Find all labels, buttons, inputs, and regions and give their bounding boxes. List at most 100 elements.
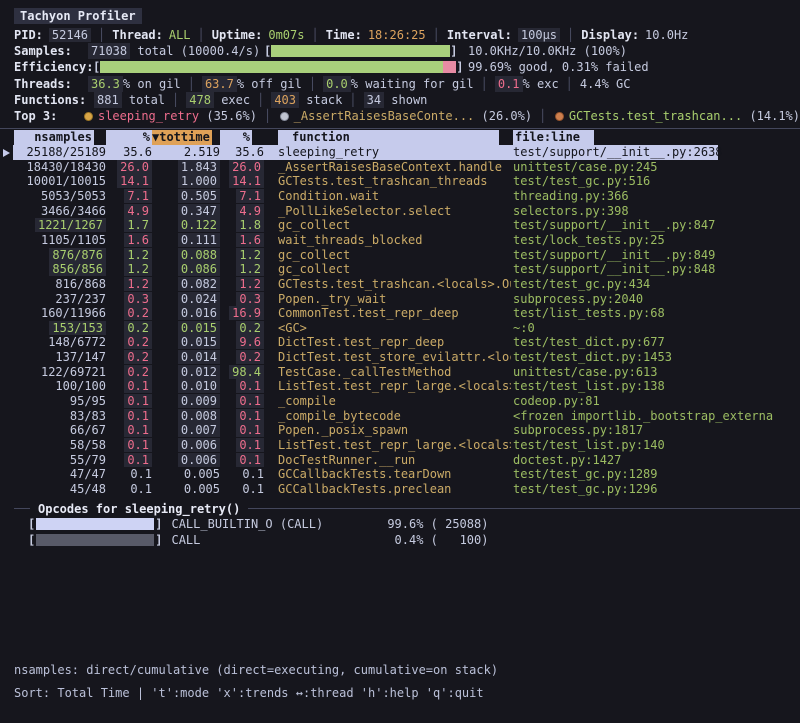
table-row[interactable]: 816/8681.20.0821.2GCTests.test_trashcan.…	[0, 277, 800, 292]
cell-file: codeop.py:81	[511, 394, 800, 409]
cell-tot: 0.082	[152, 277, 220, 292]
column-header-pct-cumulative[interactable]: %	[220, 130, 252, 145]
opcodes-section-header: Opcodes for sleeping_retry()	[0, 502, 800, 516]
cell-p1: 7.1	[106, 189, 152, 204]
cell-file: test/test_gc.py:1289	[511, 467, 800, 482]
cell-p2: 1.8	[220, 218, 264, 233]
table-row[interactable]: 153/1530.20.0150.2<GC>~:0	[0, 321, 800, 336]
cell-fn: DocTestRunner.__run	[264, 453, 511, 468]
table-row[interactable]: 45/480.10.0050.1GCCallbackTests.preclean…	[0, 482, 800, 497]
table-row[interactable]: 66/670.10.0070.1Popen._posix_spawnsubpro…	[0, 423, 800, 438]
cell-tot: 0.088	[152, 248, 220, 263]
table-row[interactable]: 25188/2518935.62.51935.6sleeping_retryte…	[0, 145, 800, 160]
cell-fn: CommonTest.test_repr_deep	[264, 306, 511, 321]
samples-bar: [ ]	[264, 43, 457, 59]
table-row[interactable]: 137/1470.20.0140.2DictTest.test_store_ev…	[0, 350, 800, 365]
column-header-pct-direct[interactable]: %	[106, 130, 152, 145]
column-header-tottime-sorted[interactable]: ▼tottime	[152, 130, 212, 145]
cell-file: <frozen importlib._bootstrap_externa	[511, 409, 800, 424]
cell-tot: 0.007	[152, 423, 220, 438]
cell-p2: 14.1	[220, 174, 264, 189]
table-row[interactable]: 83/830.10.0080.1_compile_bytecode<frozen…	[0, 409, 800, 424]
cell-p2: 26.0	[220, 160, 264, 175]
threads-off-gil: 63.7	[202, 76, 237, 92]
thread-value[interactable]: ALL	[169, 28, 191, 42]
cell-p2: 0.1	[220, 379, 264, 394]
silver-medal-icon	[280, 112, 288, 121]
table-row[interactable]: 3466/34664.90.3474.9_PollLikeSelector.se…	[0, 204, 800, 219]
top3-item-2-name[interactable]: _AssertRaisesBaseConte...	[294, 108, 475, 124]
table-row[interactable]: 58/580.10.0060.1ListTest.test_repr_large…	[0, 438, 800, 453]
cell-fn: gc_collect	[264, 248, 511, 263]
table-row[interactable]: 18430/1843026.01.84326.0_AssertRaisesBas…	[0, 160, 800, 175]
table-row[interactable]: 856/8561.20.0861.2gc_collecttest/support…	[0, 262, 800, 277]
cell-file: test/test_dict.py:1453	[511, 350, 800, 365]
cell-p1: 0.2	[106, 335, 152, 350]
cell-ns: 25188/25189	[14, 145, 106, 160]
cell-p1: 0.1	[106, 467, 152, 482]
cell-file: test/support/__init__.py:848	[511, 262, 800, 277]
threads-line: Threads: 36.3% on gil │ 63.7% off gil │ …	[0, 76, 800, 92]
table-row[interactable]: 5053/50537.10.5057.1Condition.waitthread…	[0, 189, 800, 204]
column-header-nsamples[interactable]: nsamples	[14, 130, 94, 145]
table-row[interactable]: 1105/11051.60.1111.6wait_threads_blocked…	[0, 233, 800, 248]
cell-p2: 0.2	[220, 321, 264, 336]
cell-fn: Popen._try_wait	[264, 292, 511, 307]
cell-p2: 9.6	[220, 335, 264, 350]
thread-label: Thread:	[112, 28, 163, 42]
cell-p1: 1.7	[106, 218, 152, 233]
table-row[interactable]: 237/2370.30.0240.3Popen._try_waitsubproc…	[0, 292, 800, 307]
footer-nsamples-help: nsamples: direct/cumulative (direct=exec…	[14, 663, 498, 677]
functions-total: 881	[94, 92, 122, 108]
cell-file: test/test_dict.py:677	[511, 335, 800, 350]
cell-ns: 45/48	[14, 482, 106, 497]
cell-tot: 0.016	[152, 306, 220, 321]
cell-tot: 0.006	[152, 453, 220, 468]
cell-p1: 0.1	[106, 409, 152, 424]
cell-fn: GCCallbackTests.preclean	[264, 482, 511, 497]
interval-label: Interval:	[447, 28, 512, 42]
top3-item-3-name[interactable]: GCTests.test_trashcan...	[569, 108, 742, 124]
table-row[interactable]: 876/8761.20.0881.2gc_collecttest/support…	[0, 248, 800, 263]
column-header-file-line[interactable]: file:line	[513, 130, 594, 145]
cell-fn: GCCallbackTests.tearDown	[264, 467, 511, 482]
cell-file: test/support/__init__.py:847	[511, 218, 800, 233]
cell-file: unittest/case.py:613	[511, 365, 800, 380]
cell-p2: 16.9	[220, 306, 264, 321]
table-row[interactable]: 100/1000.10.0100.1ListTest.test_repr_lar…	[0, 379, 800, 394]
opcode-label: CALL	[162, 533, 368, 547]
table-row[interactable]: 1221/12671.70.1221.8gc_collecttest/suppo…	[0, 218, 800, 233]
column-header-function[interactable]: function	[278, 130, 499, 145]
cell-fn: ListTest.test_repr_large.<locals>.c...	[264, 379, 511, 394]
cell-tot: 0.012	[152, 365, 220, 380]
table-row[interactable]: 47/470.10.0050.1GCCallbackTests.tearDown…	[0, 467, 800, 482]
cell-ns: 58/58	[14, 438, 106, 453]
cell-p1: 4.9	[106, 204, 152, 219]
cell-fn: _PollLikeSelector.select	[264, 204, 511, 219]
cell-ns: 153/153	[14, 321, 106, 336]
cell-p2: 0.1	[220, 423, 264, 438]
cell-p2: 0.1	[220, 453, 264, 468]
table-row[interactable]: 122/697210.20.01298.4TestCase._callTestM…	[0, 365, 800, 380]
cell-ns: 816/868	[14, 277, 106, 292]
cell-p1: 1.2	[106, 262, 152, 277]
top3-item-1-name[interactable]: sleeping_retry	[98, 108, 199, 124]
cell-fn: _compile	[264, 394, 511, 409]
samples-total-suffix: total (10000.4/s)	[130, 43, 260, 59]
functions-line: Functions: 881 total │ 478 exec │ 403 st…	[0, 92, 800, 108]
cell-tot: 0.015	[152, 335, 220, 350]
opcodes-title: Opcodes for sleeping_retry()	[38, 502, 240, 516]
pid-label: PID:	[14, 28, 43, 42]
cell-p1: 0.2	[106, 306, 152, 321]
cell-fn: DictTest.test_repr_deep	[264, 335, 511, 350]
table-row[interactable]: 160/119660.20.01616.9CommonTest.test_rep…	[0, 306, 800, 321]
table-header: nsamples % ▼tottime % function file:line	[0, 130, 800, 145]
table-row[interactable]: 10001/1001514.11.00014.1GCTests.test_tra…	[0, 174, 800, 189]
cell-p2: 1.2	[220, 248, 264, 263]
cell-file: test/test_list.py:140	[511, 438, 800, 453]
table-row[interactable]: 95/950.10.0090.1_compilecodeop.py:81	[0, 394, 800, 409]
table-row[interactable]: 148/67720.20.0159.6DictTest.test_repr_de…	[0, 335, 800, 350]
table-row[interactable]: 55/790.10.0060.1DocTestRunner.__rundocte…	[0, 453, 800, 468]
cell-file: doctest.py:1427	[511, 453, 800, 468]
cell-p1: 0.2	[106, 365, 152, 380]
